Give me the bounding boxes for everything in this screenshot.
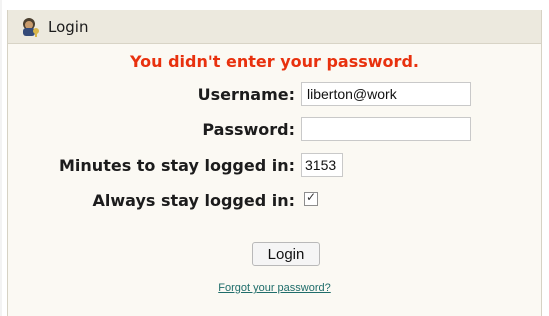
page-top-strip: [0, 0, 549, 10]
username-field[interactable]: liberton@work: [301, 82, 471, 106]
page-left-edge: [0, 0, 2, 316]
password-field[interactable]: [301, 117, 471, 141]
panel-title: Login: [48, 17, 89, 36]
password-label: Password:: [202, 120, 295, 139]
minutes-row: Minutes to stay logged in: 3153: [8, 153, 541, 179]
minutes-field[interactable]: 3153: [301, 153, 343, 177]
password-row: Password:: [8, 117, 541, 143]
login-button[interactable]: Login: [252, 242, 320, 266]
error-message: You didn't enter your password.: [130, 52, 419, 71]
always-logged-in-checkbox[interactable]: ✓: [304, 190, 318, 206]
forgot-password-link[interactable]: Forgot your password?: [8, 282, 541, 294]
username-row: Username: liberton@work: [8, 82, 541, 108]
always-row: Always stay logged in: ✓: [8, 188, 541, 214]
minutes-label: Minutes to stay logged in:: [59, 156, 295, 175]
panel-titlebar: Login: [8, 10, 541, 44]
always-label: Always stay logged in:: [92, 191, 295, 210]
checkmark-icon: ✓: [306, 190, 317, 204]
username-label: Username:: [197, 85, 295, 104]
login-panel: Login You didn't enter your password. Us…: [7, 10, 542, 316]
user-keys-icon: [20, 16, 42, 38]
